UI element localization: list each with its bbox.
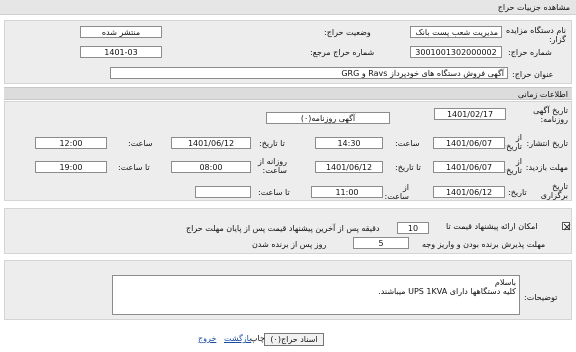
description-line-1: باسلام	[494, 278, 516, 287]
visit-to-field: 1401/06/12	[315, 161, 383, 173]
newspaper-field: آگهی روزنامه(۰)	[266, 112, 390, 124]
extend-minutes-field: 10	[397, 222, 429, 234]
description-box: باسلام کلیه دستگاهها دارای UPS 1KVA میبا…	[112, 275, 520, 315]
org-label: نام دستگاه مزایده گزار:	[506, 26, 566, 44]
visit-from-label: از تاریخ:	[503, 157, 522, 175]
hold-date-field: 1401/06/12	[433, 186, 505, 198]
back-link[interactable]: بازگشت	[224, 334, 251, 344]
timing-section-title: اطلاعات زمانی	[517, 90, 568, 99]
page-title: مشاهده جزییات حراج	[497, 3, 570, 12]
publish-from-time-label: ساعت:	[395, 139, 420, 148]
extend-checkbox-label: امکان ارائه پیشنهاد قیمت تا	[446, 222, 538, 231]
payment-label: مهلت پذیرش برنده بودن و واریز وجه	[422, 240, 546, 249]
ref-no-field: 1401-03	[80, 46, 162, 58]
visit-daily-to-label: تا ساعت:	[118, 163, 150, 172]
payment-days-field: 5	[353, 237, 409, 249]
checkbox-cross-icon	[563, 223, 571, 231]
payment-tail-text: روز پس از برنده شدن	[252, 240, 327, 249]
visit-daily-to-field: 19:00	[35, 161, 107, 173]
exit-link[interactable]: خروج	[198, 334, 216, 344]
description-line-2: کلیه دستگاهها دارای UPS 1KVA میباشند.	[378, 287, 516, 296]
visit-daily-from-field: 08:00	[171, 161, 251, 173]
publish-from-field: 1401/06/07	[433, 137, 505, 149]
hold-label: تاریخ برگزاری	[540, 182, 568, 200]
hold-from-time-label: از ساعت:	[384, 183, 409, 201]
page-header: مشاهده جزییات حراج	[0, 0, 576, 15]
ad-date-label: تاریخ آگهی روزنامه:	[533, 106, 568, 124]
hold-to-time-label: تا ساعت:	[258, 188, 290, 197]
publish-from-time-field: 14:30	[315, 137, 383, 149]
title-field: آگهی فروش دستگاه های خودپرداز Ravs و GRG	[110, 67, 508, 79]
auction-no-label: شماره حراج:	[508, 48, 552, 57]
timing-section-bar: اطلاعات زمانی	[4, 87, 572, 100]
visit-daily-label: روزانه از ساعت:	[258, 157, 287, 175]
description-label: توضیحات:	[524, 293, 558, 302]
org-field: مدیریت شعب پست بانک	[410, 26, 502, 38]
auction-documents-button[interactable]: اسناد حراج(۰)	[264, 333, 324, 346]
visit-label: مهلت بازدید:	[525, 163, 568, 172]
ad-date-field: 1401/02/17	[434, 108, 506, 120]
hold-to-time-field	[195, 186, 251, 198]
publish-to-time-label: ساعت:	[128, 139, 153, 148]
status-field: منتشر شده	[80, 26, 162, 38]
print-link[interactable]: چاپ	[250, 334, 265, 344]
extend-tail-text: دقیقه پس از آخرین پیشنهاد قیمت پس از پای…	[186, 224, 380, 233]
publish-to-field: 1401/06/12	[171, 137, 251, 149]
publish-to-label: تا تاریخ:	[259, 139, 285, 148]
publish-to-time-field: 12:00	[35, 137, 107, 149]
hold-date-label: تاریخ:	[508, 188, 527, 197]
publish-from-label: از تاریخ:	[503, 133, 522, 151]
hold-from-time-field: 11:00	[311, 186, 383, 198]
title-label: عنوان حراج:	[512, 70, 554, 79]
ref-no-label: شماره حراج مرجع:	[310, 48, 375, 57]
visit-to-label: تا تاریخ:	[395, 163, 421, 172]
publish-label: تاریخ انتشار:	[526, 139, 568, 148]
visit-from-field: 1401/06/07	[433, 161, 505, 173]
extend-checkbox[interactable]	[562, 222, 571, 231]
status-label: وضعیت حراج:	[324, 28, 371, 37]
auction-no-field: 3001001302000002	[410, 46, 502, 58]
